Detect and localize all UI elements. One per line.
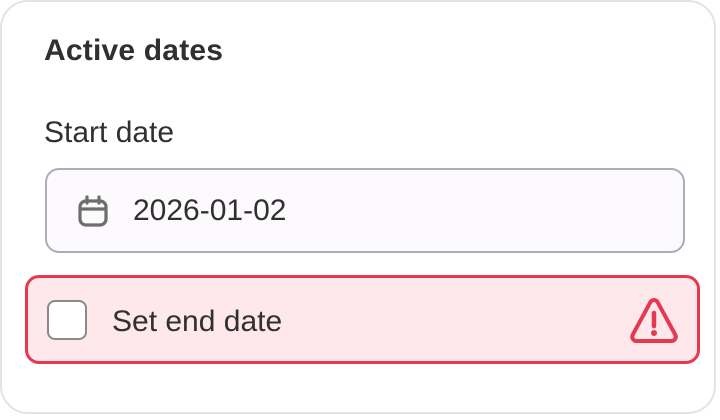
calendar-icon [78, 195, 108, 227]
set-end-date-label[interactable]: Set end date [112, 305, 282, 339]
card-title: Active dates [44, 34, 224, 67]
start-date-label: Start date [44, 116, 175, 149]
start-date-input[interactable]: 2026-01-02 [45, 168, 685, 253]
warning-icon [630, 298, 678, 343]
start-date-value: 2026-01-02 [133, 194, 287, 227]
active-dates-card: Active dates Start date 2026-01-02 Set e… [0, 0, 716, 414]
set-end-date-checkbox[interactable] [47, 300, 87, 340]
set-end-date-row[interactable]: Set end date [25, 275, 700, 364]
